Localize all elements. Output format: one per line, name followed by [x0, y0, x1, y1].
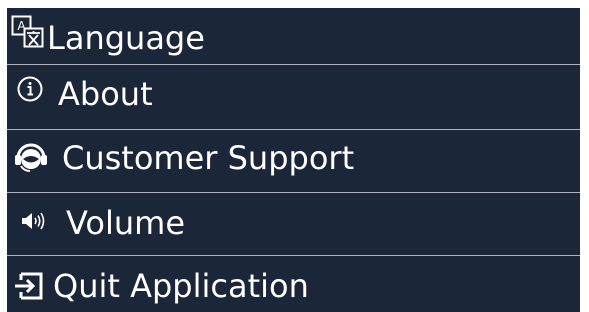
menu-item-about[interactable]: About: [7, 65, 580, 121]
info-icon: [17, 76, 43, 102]
menu-item-label: Quit Application: [53, 267, 309, 305]
menu-item-volume[interactable]: Volume: [7, 193, 580, 249]
speaker-icon: [22, 212, 45, 230]
menu-item-label: Customer Support: [62, 139, 355, 177]
settings-menu: A Language About Customer Support Volume…: [7, 8, 580, 312]
menu-item-label: About: [58, 75, 153, 113]
language-icon: A: [11, 15, 44, 48]
headset-icon: [15, 143, 47, 172]
menu-item-language[interactable]: A Language: [7, 8, 580, 64]
menu-item-quit-application[interactable]: Quit Application: [7, 256, 580, 312]
exit-icon: [15, 272, 43, 300]
menu-item-customer-support[interactable]: Customer Support: [7, 130, 580, 186]
menu-item-label: Volume: [66, 204, 186, 242]
menu-item-label: Language: [47, 19, 205, 57]
